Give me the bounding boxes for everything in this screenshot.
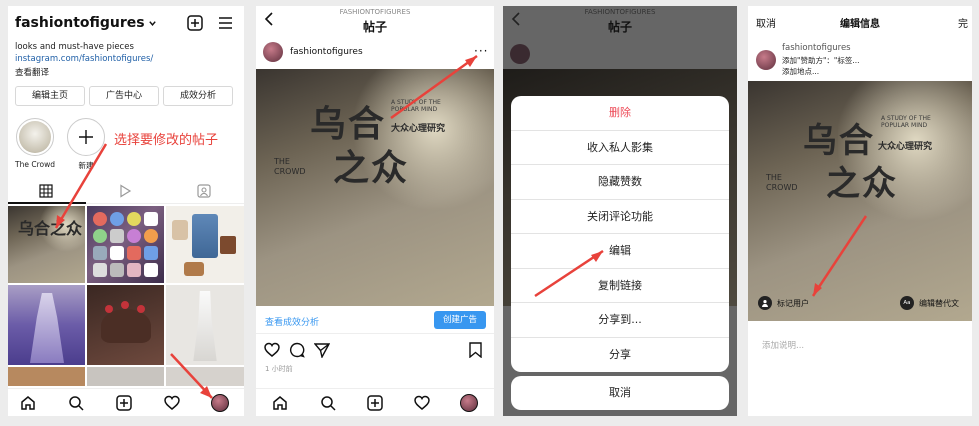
action-sheet-screen: FASHIONTOFIGURES 帖子 删除 收入私人影集 隐藏赞数 关闭评论功… <box>503 6 737 416</box>
annotation-arrows <box>54 143 213 399</box>
annotation-arrow <box>390 54 478 120</box>
profile-screen: fashiontofigures looks and must-have pie… <box>8 6 244 416</box>
post-screen: FASHIONTOFIGURES 帖子 fashiontofigures ···… <box>256 6 494 416</box>
annotation-arrow <box>534 249 604 298</box>
edit-info-screen: 取消 编辑信息 完 fashiontofigures 添加"赞助方"："标签..… <box>748 6 972 416</box>
annotation-arrow <box>811 215 868 297</box>
